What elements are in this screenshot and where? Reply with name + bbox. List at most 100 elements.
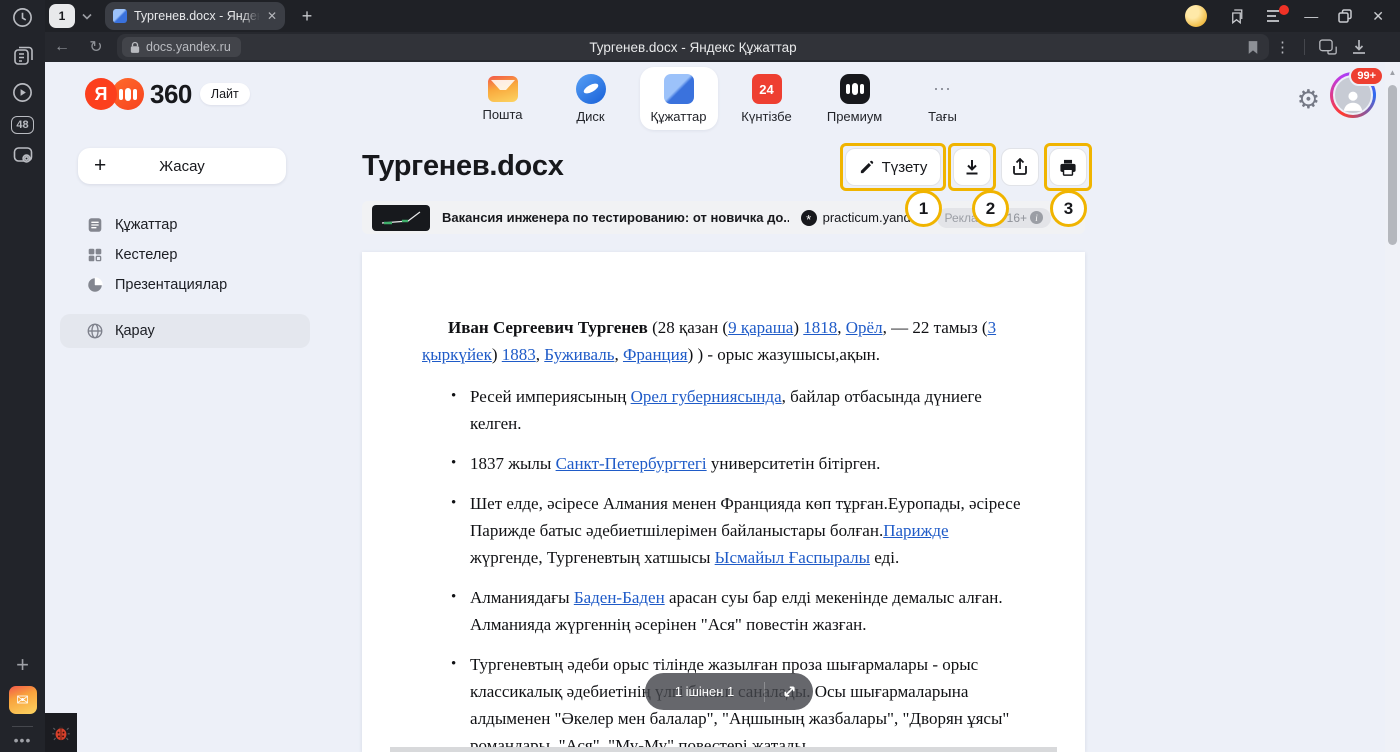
speed-badge-icon[interactable]: 48 bbox=[0, 116, 45, 134]
ad-thumbnail bbox=[372, 205, 430, 231]
page-indicator-text: 1 ішінен 1 bbox=[645, 684, 764, 699]
doc-text: 1837 жылы bbox=[470, 454, 556, 473]
yandex360-logo[interactable]: Я 360 Лайт bbox=[85, 78, 250, 110]
restore-button[interactable] bbox=[1338, 9, 1352, 23]
pie-chart-icon bbox=[86, 276, 104, 294]
document-icon bbox=[86, 216, 104, 234]
edit-button[interactable]: Түзету bbox=[845, 148, 941, 186]
settings-gear-icon[interactable]: ⚙ bbox=[1297, 84, 1320, 115]
side-panel-icon[interactable] bbox=[1319, 39, 1337, 55]
sidebar-item-tables[interactable]: Кестелер bbox=[60, 240, 310, 270]
doc-bold-text: Иван Сергеевич Тургенев bbox=[448, 318, 648, 337]
doc-link[interactable]: Парижде bbox=[883, 521, 948, 540]
mail-icon bbox=[488, 76, 518, 102]
video-icon[interactable] bbox=[0, 81, 45, 104]
nav-item-documents[interactable]: Құжаттар bbox=[640, 67, 718, 130]
browser-menu-icon[interactable] bbox=[1266, 9, 1284, 23]
scrollbar-thumb[interactable] bbox=[1388, 85, 1397, 245]
sidebar-divider bbox=[12, 726, 33, 727]
new-tab-button[interactable]: + bbox=[295, 4, 319, 28]
doc-text: , bbox=[536, 345, 545, 364]
doc-link[interactable]: Орел губерниясында bbox=[631, 387, 782, 406]
share-button[interactable] bbox=[1001, 148, 1039, 186]
nav-item-calendar[interactable]: 24 Күнтізбе bbox=[728, 67, 806, 130]
create-button[interactable]: + Жасау bbox=[78, 148, 286, 184]
bug-icon bbox=[51, 723, 71, 743]
print-icon bbox=[1059, 159, 1077, 176]
scroll-up-icon[interactable]: ▲ bbox=[1385, 68, 1400, 77]
fullscreen-button[interactable] bbox=[765, 684, 813, 699]
url-field[interactable]: docs.yandex.ru Тургенев.docx - Яндекс Құ… bbox=[117, 34, 1269, 60]
download-button[interactable] bbox=[953, 148, 991, 186]
history-icon[interactable] bbox=[0, 6, 45, 29]
callout-1: 1 bbox=[905, 190, 942, 227]
downloads-icon[interactable] bbox=[1351, 39, 1367, 55]
side-panel: + Жасау Құжаттар Кестелер Презентациялар… bbox=[60, 148, 310, 348]
sidebar-item-documents[interactable]: Құжаттар bbox=[60, 210, 310, 240]
documents-icon bbox=[664, 74, 694, 104]
doc-link[interactable]: Франция bbox=[623, 345, 688, 364]
doc-text: Алманиядағы bbox=[470, 588, 574, 607]
callout-2: 2 bbox=[972, 190, 1009, 227]
doc-bullet-item: Алманиядағы Баден-Баден арасан суы бар е… bbox=[470, 584, 1023, 638]
doc-bullet-item: 1837 жылы Санкт-Петербургтегі университе… bbox=[470, 450, 1023, 477]
doc-link[interactable]: 1883 bbox=[502, 345, 536, 364]
doc-text: ) bbox=[793, 318, 803, 337]
doc-text: , bbox=[614, 345, 623, 364]
screenshot-icon[interactable] bbox=[0, 143, 45, 167]
annotation-box-2 bbox=[948, 143, 996, 191]
news-feed-icon[interactable] bbox=[0, 44, 45, 68]
nav-item-disk[interactable]: Диск bbox=[552, 67, 630, 130]
address-bar: ← ↻ docs.yandex.ru Тургенев.docx - Яндек… bbox=[45, 32, 1400, 62]
addressbar-menu-icon[interactable]: ⋮ bbox=[1275, 38, 1290, 56]
bug-report-widget[interactable] bbox=[45, 713, 77, 752]
download-icon bbox=[964, 159, 980, 176]
doc-bullet-item: Ресей империясының Орел губерниясында, б… bbox=[470, 383, 1023, 437]
reload-icon[interactable]: ↻ bbox=[79, 37, 113, 57]
doc-link[interactable]: 9 қараша bbox=[728, 318, 793, 337]
doc-link[interactable]: 1818 bbox=[803, 318, 837, 337]
page-indicator: 1 ішінен 1 bbox=[645, 673, 813, 710]
browser-profile-avatar[interactable] bbox=[1185, 5, 1207, 27]
share-icon bbox=[1012, 158, 1028, 176]
page-scrollbar[interactable]: ▲ bbox=[1385, 62, 1400, 752]
table-icon bbox=[86, 246, 104, 264]
premium-icon bbox=[840, 74, 870, 104]
back-icon[interactable]: ← bbox=[45, 38, 79, 56]
sidebar-item-view[interactable]: Қарау bbox=[60, 314, 310, 348]
doc-link[interactable]: Санкт-Петербургтегі bbox=[556, 454, 707, 473]
addressbar-separator bbox=[1304, 39, 1305, 55]
doc-bullet-item: Шет елде, әсіресе Алмания менен Францияд… bbox=[470, 490, 1023, 571]
print-button[interactable] bbox=[1049, 148, 1087, 186]
calendar-icon: 24 bbox=[752, 74, 782, 104]
close-window-button[interactable]: ✕ bbox=[1372, 8, 1384, 25]
tab-close-icon[interactable]: ✕ bbox=[267, 9, 277, 23]
ad-title: Вакансия инженера по тестированию: от но… bbox=[442, 210, 789, 225]
plan-badge: Лайт bbox=[200, 83, 250, 105]
app-nav: Пошта Диск Құжаттар 24 Күнтізбе Премиум … bbox=[464, 67, 982, 130]
minimize-button[interactable]: — bbox=[1304, 8, 1318, 24]
doc-text: ) ) - орыс жазушысы,ақын. bbox=[688, 345, 880, 364]
docs-favicon-icon bbox=[113, 9, 127, 23]
tab-group-counter[interactable]: 1 bbox=[49, 4, 75, 28]
doc-link[interactable]: Баден-Баден bbox=[574, 588, 665, 607]
bookmarks-icon[interactable] bbox=[1227, 7, 1246, 25]
ad-info-icon[interactable]: i bbox=[1030, 211, 1043, 224]
nav-item-mail[interactable]: Пошта bbox=[464, 67, 542, 128]
next-content-strip bbox=[390, 747, 1057, 752]
sidebar-more-icon[interactable]: ••• bbox=[0, 732, 45, 748]
chevron-down-icon[interactable] bbox=[77, 13, 97, 20]
doc-link[interactable]: Ысмайыл Ғаспыралы bbox=[715, 548, 870, 567]
doc-link[interactable]: Орёл bbox=[846, 318, 883, 337]
disk-icon bbox=[576, 74, 606, 104]
doc-text: университетін бітірген. bbox=[707, 454, 881, 473]
active-tab[interactable]: Тургенев.docx - Яндек ✕ bbox=[105, 2, 285, 30]
doc-text: Ресей империясының bbox=[470, 387, 631, 406]
sidebar-item-presentations[interactable]: Презентациялар bbox=[60, 270, 310, 300]
nav-item-more[interactable]: ⋯ Тағы bbox=[904, 67, 982, 130]
sidebar-add-icon[interactable]: + bbox=[0, 652, 45, 678]
doc-link[interactable]: Буживаль bbox=[544, 345, 614, 364]
nav-item-premium[interactable]: Премиум bbox=[816, 67, 894, 130]
yandex-mail-shortcut-icon[interactable]: ✉ bbox=[0, 686, 45, 714]
user-avatar[interactable]: 99+ bbox=[1330, 72, 1376, 118]
